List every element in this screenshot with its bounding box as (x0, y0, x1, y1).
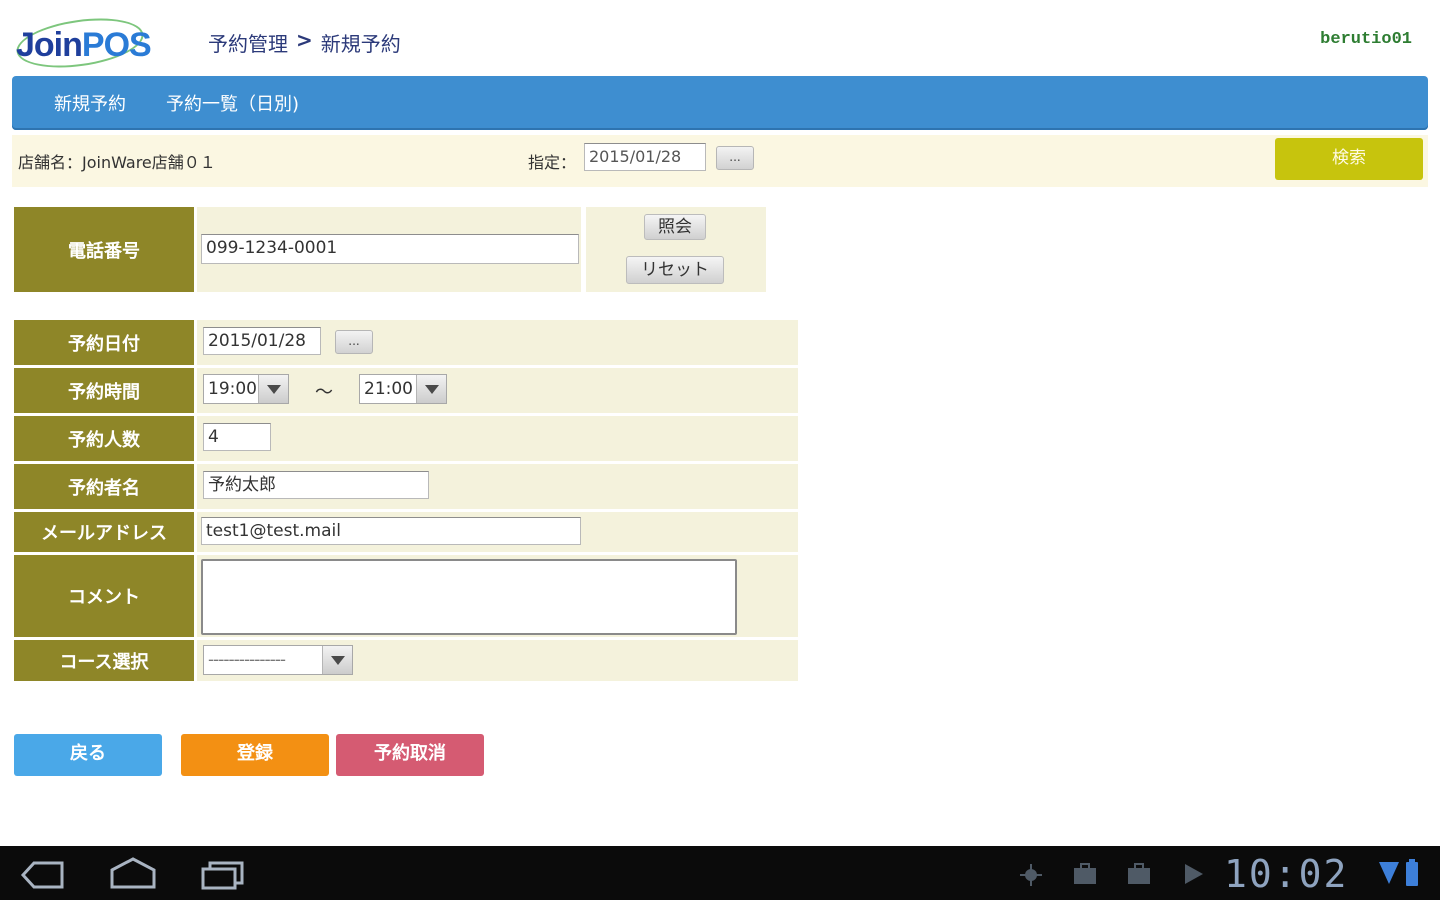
joinpos-logo: JoinPOS (12, 11, 152, 75)
breadcrumb-parent[interactable]: 予約管理 (208, 28, 288, 57)
comment-textarea[interactable] (201, 559, 737, 635)
start-time-dropdown-arrow[interactable] (258, 375, 288, 403)
comment-cell (197, 555, 798, 637)
end-time-select[interactable]: 21:00 (359, 374, 447, 404)
briefcase-check-icon (1074, 863, 1096, 884)
date-filter-label: 指定： (528, 153, 577, 172)
back-nav-icon[interactable] (20, 860, 66, 890)
logo-text-join: Join (16, 26, 83, 64)
filter-bar: 店舗名：JoinWare店舗０１ 指定： 2015/01/28 ... 検索 (12, 135, 1428, 187)
phone-input[interactable]: 099-1234-0001 (201, 234, 579, 264)
email-label: メールアドレス (14, 512, 194, 552)
store-name: 店舗名：JoinWare店舗０１ (18, 153, 216, 172)
nav-item-new-reservation[interactable]: 新規予約 (54, 90, 126, 116)
status-clock: 10:02 (1224, 852, 1349, 896)
inquiry-button[interactable]: 照会 (644, 214, 706, 240)
reservation-date-input[interactable]: 2015/01/28 (203, 327, 321, 355)
reservation-time-label: 予約時間 (14, 368, 194, 413)
breadcrumb-separator: > (296, 28, 313, 52)
date-filter-input[interactable]: 2015/01/28 (584, 143, 706, 171)
search-button[interactable]: 検索 (1275, 138, 1423, 180)
phone-actions: 照会 リセット (586, 207, 766, 292)
breadcrumb: 予約管理 > 新規予約 (208, 28, 401, 57)
people-count-cell: 4 (197, 416, 798, 461)
wifi-signal-icon (1379, 862, 1399, 884)
reset-button[interactable]: リセット (626, 256, 724, 284)
chevron-down-icon (424, 384, 439, 394)
nav-bar: 新規予約 予約一覧（日別) (12, 76, 1428, 130)
register-button[interactable]: 登録 (181, 734, 329, 776)
reservation-time-cell: 19:00 ～ 21:00 (197, 368, 798, 413)
chevron-down-icon (266, 384, 281, 394)
breadcrumb-current: 新規予約 (320, 32, 401, 56)
email-input[interactable]: test1@test.mail (201, 517, 581, 545)
end-time-value: 21:00 (364, 379, 413, 399)
reservation-date-cell: 2015/01/28 ... (197, 320, 798, 365)
reserver-name-label: 予約者名 (14, 464, 194, 509)
time-range-separator: ～ (315, 382, 333, 403)
reserver-name-cell: 予約太郎 (197, 464, 798, 509)
reserver-name-input[interactable]: 予約太郎 (203, 471, 429, 499)
course-select-cell: --------------- (197, 640, 798, 681)
date-filter-picker-button[interactable]: ... (716, 146, 754, 170)
phone-cell: 099-1234-0001 (197, 207, 581, 292)
end-time-dropdown-arrow[interactable] (416, 375, 446, 403)
start-time-select[interactable]: 19:00 (203, 374, 289, 404)
course-dropdown-arrow[interactable] (322, 646, 352, 674)
course-select-value: --------------- (208, 650, 286, 670)
people-count-input[interactable]: 4 (203, 423, 271, 451)
reservation-date-picker-button[interactable]: ... (335, 330, 373, 354)
battery-icon (1406, 859, 1418, 886)
chevron-down-icon (330, 655, 345, 665)
play-store-icon (1185, 864, 1203, 884)
logo-text-pos: POS (81, 26, 152, 64)
course-select-label: コース選択 (14, 640, 194, 681)
comment-label: コメント (14, 555, 194, 637)
start-time-value: 19:00 (208, 379, 257, 399)
phone-label: 電話番号 (14, 207, 194, 292)
back-button[interactable]: 戻る (14, 734, 162, 776)
nav-item-reservation-list[interactable]: 予約一覧（日別) (166, 90, 299, 116)
briefcase-download-icon (1128, 863, 1150, 884)
usb-debug-icon (1020, 864, 1042, 886)
username: berutio01 (1320, 30, 1412, 49)
system-navigation-bar: 10:02 (0, 846, 1440, 900)
email-cell: test1@test.mail (197, 512, 798, 552)
reservation-date-label: 予約日付 (14, 320, 194, 365)
course-select[interactable]: --------------- (203, 645, 353, 675)
people-count-label: 予約人数 (14, 416, 194, 461)
recent-apps-icon[interactable] (200, 860, 246, 890)
cancel-reservation-button[interactable]: 予約取消 (336, 734, 484, 776)
home-nav-icon[interactable] (108, 856, 158, 890)
